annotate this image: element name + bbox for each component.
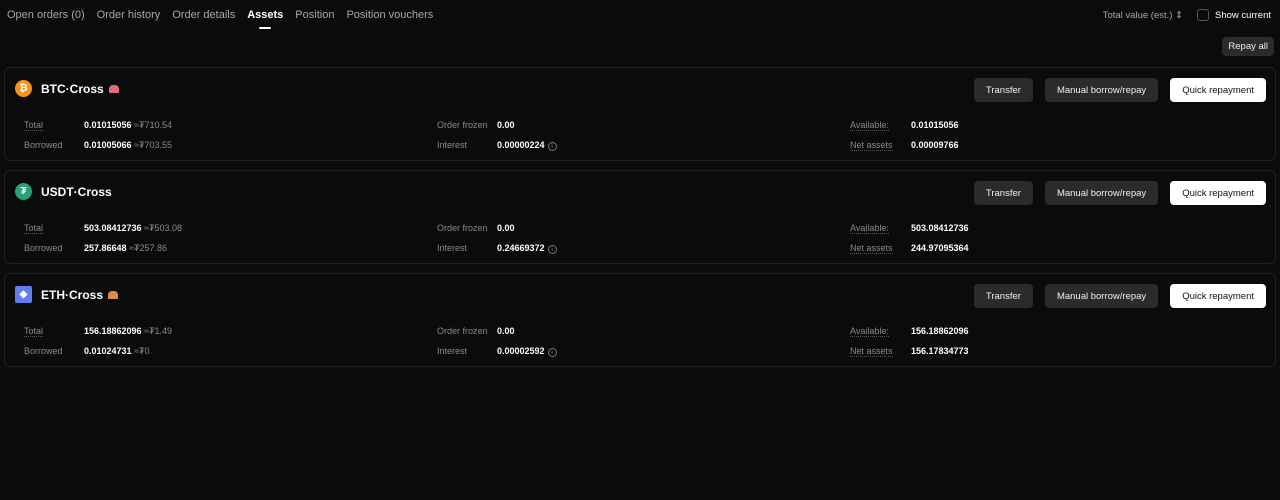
available-value: 0.01015056 — [911, 120, 959, 130]
available-value: 503.08412736 — [911, 223, 969, 233]
quick-repayment-button[interactable]: Quick repayment — [1170, 181, 1266, 205]
approx-value: ≈₮710.54 — [134, 120, 173, 130]
net-assets-value: 156.17834773 — [911, 346, 969, 356]
manual-borrow-repay-button[interactable]: Manual borrow/repay — [1044, 78, 1159, 102]
show-current-checkbox[interactable] — [1197, 9, 1210, 21]
info-icon[interactable]: i — [547, 142, 557, 151]
tether-icon: ₮ — [15, 183, 32, 200]
order-frozen-value-row: 0.00 — [497, 223, 515, 233]
order-frozen-label: Order frozen — [437, 120, 488, 130]
ethereum-icon: ◆ — [15, 286, 32, 303]
quick-repayment-button[interactable]: Quick repayment — [1170, 78, 1266, 102]
net-assets-value-row: 0.00009766 — [911, 140, 959, 150]
order-frozen-value-row: 0.00 — [497, 120, 515, 130]
transfer-button[interactable]: Transfer — [973, 78, 1033, 102]
net-assets-label: Net assets — [850, 140, 893, 151]
borrowed-value: 0.01024731 — [84, 346, 132, 356]
interest-value-row: 0.24669372 i — [497, 243, 557, 254]
tab-position[interactable]: Position — [295, 9, 334, 21]
interest-label: Interest — [437, 140, 468, 150]
transfer-button[interactable]: Transfer — [973, 284, 1033, 308]
total-value-row: 0.01015056 ≈₮710.54 — [84, 120, 172, 130]
total-label: Total — [24, 326, 44, 337]
total-value-sort[interactable]: Total value (est.) ⇕ — [1103, 10, 1183, 21]
asset-header: ₿ BTC·Cross — [15, 80, 119, 97]
order-frozen-label: Order frozen — [437, 223, 488, 233]
borrowed-value-row: 0.01005066 ≈₮703.55 — [84, 140, 172, 150]
tab-position-vouchers[interactable]: Position vouchers — [346, 9, 433, 21]
total-label: Total — [24, 223, 44, 234]
tab-order-details[interactable]: Order details — [172, 9, 235, 21]
borrowed-label: Borrowed — [24, 243, 63, 253]
borrowed-value-row: 257.86648 ≈₮257.86 — [84, 243, 167, 253]
manual-borrow-repay-button[interactable]: Manual borrow/repay — [1044, 284, 1159, 308]
asset-name: USDT·Cross — [41, 184, 112, 199]
interest-value: 0.00002592 — [497, 346, 545, 356]
total-value: 156.18862096 — [84, 326, 142, 336]
interest-value: 0.24669372 — [497, 243, 545, 253]
available-label: Available: — [850, 326, 889, 337]
info-icon[interactable]: i — [547, 348, 557, 357]
borrowed-label: Borrowed — [24, 140, 63, 150]
borrowed-label: Borrowed — [24, 346, 63, 356]
asset-header: ◆ ETH·Cross — [15, 286, 119, 303]
quick-repayment-button[interactable]: Quick repayment — [1170, 284, 1266, 308]
order-frozen-label: Order frozen — [437, 326, 488, 336]
approx-value: ≈₮257.86 — [129, 243, 168, 253]
borrowed-value: 0.01005066 — [84, 140, 132, 150]
available-value-row: 0.01015056 — [911, 120, 959, 130]
approx-value: ≈₮1.49 — [144, 326, 173, 336]
total-label: Total — [24, 120, 44, 131]
asset-name: BTC·Cross — [41, 81, 104, 96]
tab-bar: Open orders (0) Order history Order deta… — [7, 9, 433, 29]
order-frozen-value: 0.00 — [497, 326, 515, 336]
net-assets-value-row: 156.17834773 — [911, 346, 969, 356]
borrowed-value: 257.86648 — [84, 243, 127, 253]
available-value: 156.18862096 — [911, 326, 969, 336]
borrowed-value-row: 0.01024731 ≈₮0 — [84, 346, 150, 356]
net-assets-label: Net assets — [850, 346, 893, 357]
interest-label: Interest — [437, 346, 468, 356]
tab-open-orders[interactable]: Open orders (0) — [7, 9, 85, 21]
bitcoin-icon: ₿ — [15, 80, 32, 97]
interest-value-row: 0.00002592 i — [497, 346, 557, 357]
interest-value: 0.00000224 — [497, 140, 545, 150]
approx-value: ≈₮703.55 — [134, 140, 173, 150]
net-assets-value: 0.00009766 — [911, 140, 959, 150]
show-current-label[interactable]: Show current — [1215, 10, 1271, 21]
repay-all-button[interactable]: Repay all — [1222, 37, 1274, 56]
interest-label: Interest — [437, 243, 468, 253]
asset-header: ₮ USDT·Cross — [15, 183, 112, 200]
tab-assets[interactable]: Assets — [247, 9, 283, 29]
order-frozen-value: 0.00 — [497, 120, 515, 130]
manual-borrow-repay-button[interactable]: Manual borrow/repay — [1044, 181, 1159, 205]
alert-icon — [108, 84, 119, 93]
interest-value-row: 0.00000224 i — [497, 140, 557, 151]
available-label: Available: — [850, 223, 889, 234]
approx-value: ≈₮503.08 — [144, 223, 183, 233]
asset-card: ₿ BTC·Cross Transfer Manual borrow/repay… — [4, 67, 1276, 161]
net-assets-value-row: 244.97095364 — [911, 243, 969, 253]
total-value: 0.01015056 — [84, 120, 132, 130]
order-frozen-value-row: 0.00 — [497, 326, 515, 336]
net-assets-label: Net assets — [850, 243, 893, 254]
total-value: 503.08412736 — [84, 223, 142, 233]
available-value-row: 503.08412736 — [911, 223, 969, 233]
asset-card: ₮ USDT·Cross Transfer Manual borrow/repa… — [4, 170, 1276, 264]
available-value-row: 156.18862096 — [911, 326, 969, 336]
alert-icon — [108, 290, 119, 299]
available-label: Available: — [850, 120, 889, 131]
total-value-row: 503.08412736 ≈₮503.08 — [84, 223, 182, 233]
asset-card: ◆ ETH·Cross Transfer Manual borrow/repay… — [4, 273, 1276, 367]
net-assets-value: 244.97095364 — [911, 243, 969, 253]
tab-order-history[interactable]: Order history — [97, 9, 161, 21]
order-frozen-value: 0.00 — [497, 223, 515, 233]
approx-value: ≈₮0 — [134, 346, 150, 356]
transfer-button[interactable]: Transfer — [973, 181, 1033, 205]
total-value-row: 156.18862096 ≈₮1.49 — [84, 326, 172, 336]
asset-name: ETH·Cross — [41, 287, 104, 302]
info-icon[interactable]: i — [547, 245, 557, 254]
